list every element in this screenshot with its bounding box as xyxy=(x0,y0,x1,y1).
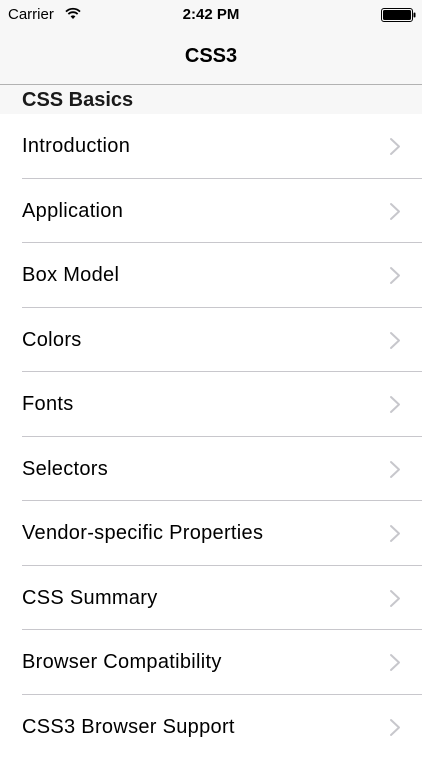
list-item-label: Application xyxy=(22,199,123,223)
list-item[interactable]: Fonts xyxy=(0,372,422,437)
chevron-right-icon xyxy=(389,137,401,156)
section-title: CSS Basics xyxy=(22,88,133,112)
chevron-right-icon xyxy=(389,718,401,737)
list-item-label: Colors xyxy=(22,328,82,352)
list-item[interactable]: Browser Compatibility xyxy=(0,630,422,695)
list-item-label: Selectors xyxy=(22,457,108,481)
list-item-label: CSS Summary xyxy=(22,586,158,610)
topic-list: Introduction Application Box Model Color… xyxy=(0,114,422,759)
chevron-right-icon xyxy=(389,331,401,350)
list-item[interactable]: Selectors xyxy=(0,437,422,502)
clock: 2:42 PM xyxy=(0,6,422,24)
list-item-label: Introduction xyxy=(22,134,130,158)
list-item-label: Fonts xyxy=(22,392,74,416)
chevron-right-icon xyxy=(389,202,401,221)
list-item[interactable]: Application xyxy=(0,179,422,244)
list-item[interactable]: CSS Summary xyxy=(0,566,422,631)
list-item-label: CSS3 Browser Support xyxy=(22,715,235,739)
chevron-right-icon xyxy=(389,524,401,543)
list-item[interactable]: Box Model xyxy=(0,243,422,308)
status-bar: Carrier 2:42 PM xyxy=(0,0,422,30)
list-item[interactable]: Introduction xyxy=(0,114,422,179)
chevron-right-icon xyxy=(389,395,401,414)
battery-icon xyxy=(381,8,417,22)
section-header: CSS Basics xyxy=(0,85,422,114)
list-item-label: Browser Compatibility xyxy=(22,650,222,674)
list-item-label: Box Model xyxy=(22,263,119,287)
list-item[interactable]: Colors xyxy=(0,308,422,373)
navigation-bar: CSS3 xyxy=(0,30,422,85)
chevron-right-icon xyxy=(389,266,401,285)
chevron-right-icon xyxy=(389,653,401,672)
chevron-right-icon xyxy=(389,460,401,479)
page-title: CSS3 xyxy=(0,44,422,68)
list-item-label: Vendor-specific Properties xyxy=(22,521,263,545)
list-item[interactable]: CSS3 Browser Support xyxy=(0,695,422,759)
chevron-right-icon xyxy=(389,589,401,608)
list-item[interactable]: Vendor-specific Properties xyxy=(0,501,422,566)
